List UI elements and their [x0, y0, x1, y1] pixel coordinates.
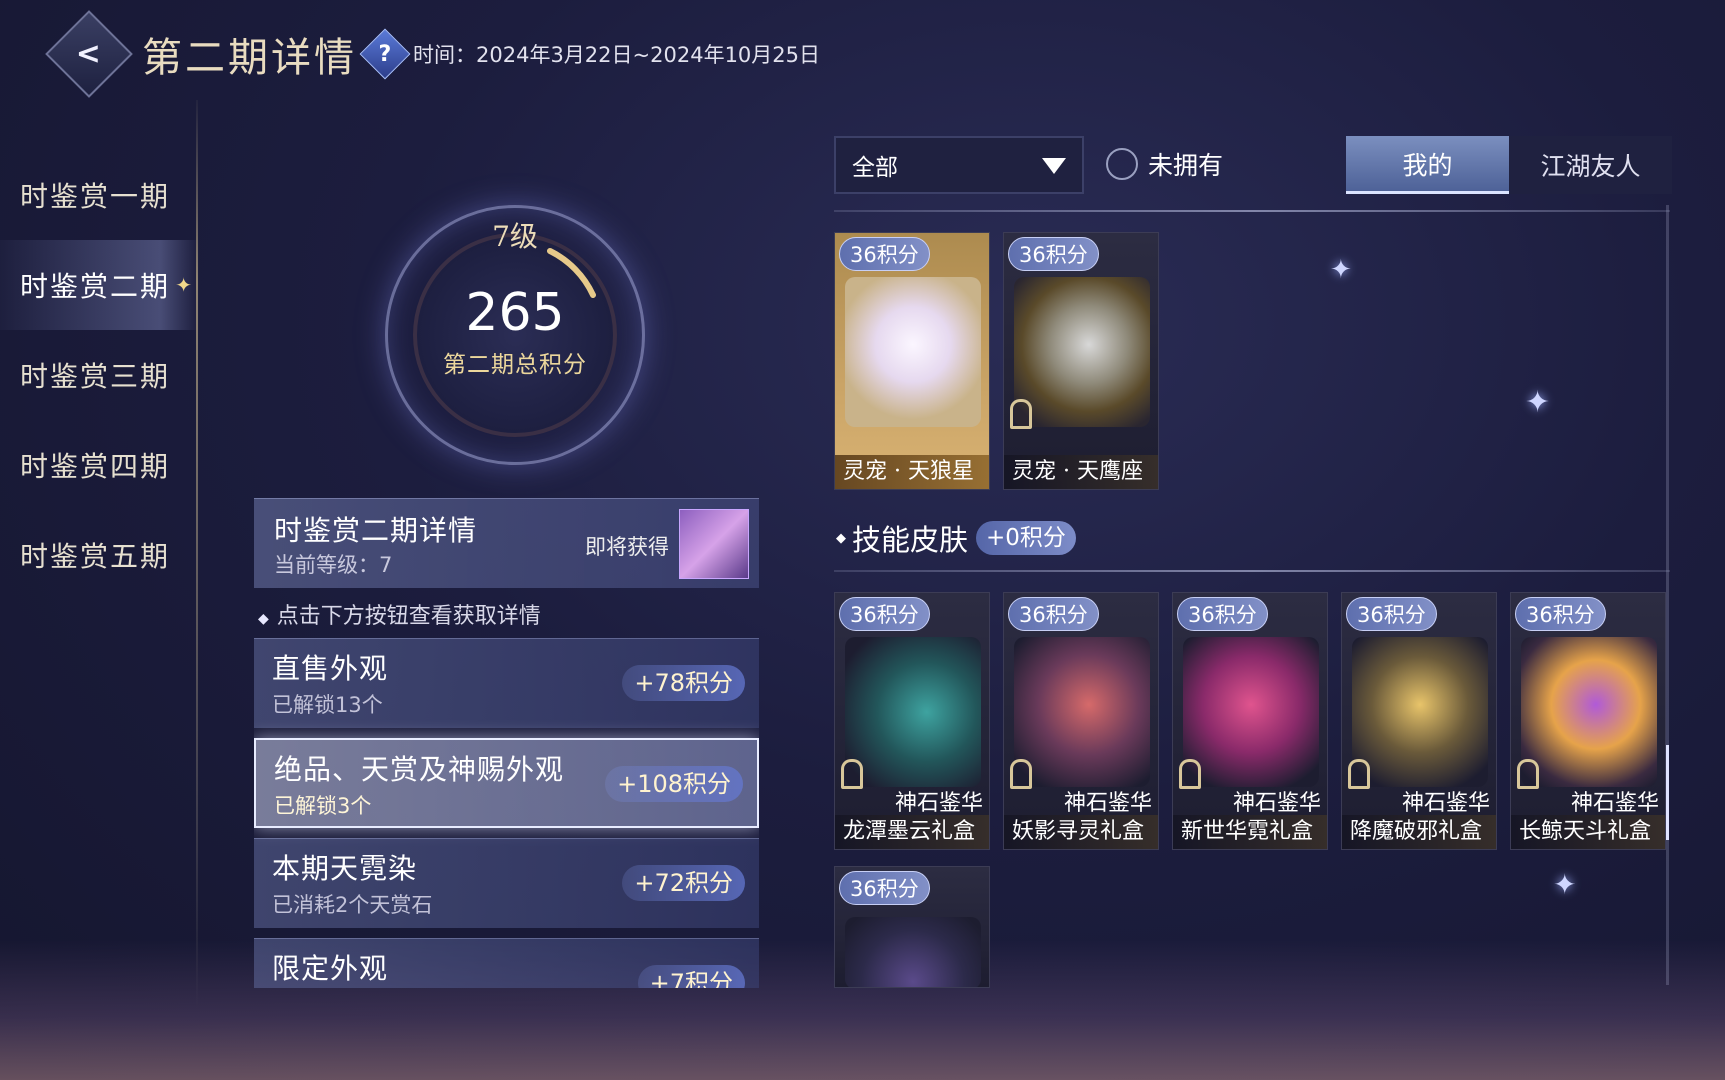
- tab-friends[interactable]: 江湖友人: [1509, 136, 1672, 194]
- lock-icon: [1010, 399, 1032, 429]
- sidebar-item-period-3[interactable]: 时鉴赏三期: [0, 330, 200, 420]
- lock-icon: [1010, 759, 1032, 789]
- item-name: 灵宠 · 天狼星: [835, 455, 989, 489]
- points-badge: +0积分: [976, 521, 1076, 555]
- period-detail-card[interactable]: 时鉴赏二期详情 当前等级：7 即将获得: [254, 498, 759, 588]
- points-badge: 36积分: [839, 597, 930, 631]
- total-score-label: 第二期总积分: [443, 352, 587, 378]
- item-card[interactable]: 36积分 神石鉴华 龙潭墨云礼盒: [834, 592, 990, 850]
- category-limited[interactable]: 限定外观 +7积分: [254, 938, 759, 988]
- filter-dropdown[interactable]: 全部: [834, 136, 1084, 194]
- level-label: 7级: [492, 220, 538, 253]
- item-name: 降魔破邪礼盒: [1342, 815, 1496, 849]
- active-marker-icon: ✦: [175, 273, 194, 297]
- item-card[interactable]: 36积分 神石鉴华 新世华霓礼盒: [1172, 592, 1328, 850]
- back-arrow-icon: <: [76, 36, 102, 72]
- divider: [834, 210, 1670, 212]
- item-name: 新世华霓礼盒: [1173, 815, 1327, 849]
- scrollbar-track[interactable]: [1666, 205, 1669, 985]
- item-card[interactable]: 36积分 神石鉴华 降魔破邪礼盒: [1341, 592, 1497, 850]
- level-ring: 7级 265 第二期总积分: [385, 205, 645, 465]
- lock-icon: [1517, 759, 1539, 789]
- question-icon[interactable]: ?: [359, 28, 411, 80]
- lock-icon: [1348, 759, 1370, 789]
- star-sparkle: ✦: [1525, 385, 1551, 420]
- star-sparkle: ✦: [1553, 868, 1577, 901]
- total-score: 265: [465, 283, 565, 343]
- sidebar-divider: [196, 100, 198, 1010]
- item-sub: 神石鉴华: [1401, 791, 1490, 816]
- reward-preview-image[interactable]: [679, 509, 749, 579]
- sidebar-item-period-4[interactable]: 时鉴赏四期: [0, 420, 200, 510]
- pet-image-eagle: [1014, 277, 1150, 427]
- item-name: 灵宠 · 天鹰座: [1004, 455, 1158, 489]
- page-title: 第二期详情: [142, 35, 357, 81]
- radio-button[interactable]: [1106, 148, 1138, 180]
- star-sparkle: ✦: [1330, 255, 1352, 285]
- back-button[interactable]: <: [45, 10, 133, 98]
- item-sub: 神石鉴华: [894, 791, 983, 816]
- item-card[interactable]: 36积分 灵宠 · 天狼星: [834, 232, 990, 490]
- item-sub: 神石鉴华: [1063, 791, 1152, 816]
- points-badge: +7积分: [637, 965, 745, 988]
- category-dye[interactable]: 本期天霓染 已消耗2个天赏石 +72积分: [254, 838, 759, 928]
- soon-label: 即将获得: [585, 535, 669, 559]
- dropdown-arrow-icon: [1042, 158, 1066, 174]
- unowned-filter[interactable]: 未拥有: [1106, 146, 1223, 182]
- item-name: 龙潭墨云礼盒: [835, 815, 989, 849]
- skin-image: [845, 917, 981, 987]
- sidebar-item-period-5[interactable]: 时鉴赏五期: [0, 510, 200, 600]
- tab-mine[interactable]: 我的: [1346, 136, 1509, 194]
- points-badge: +108积分: [605, 766, 743, 802]
- detail-title: 时鉴赏二期详情: [274, 514, 478, 547]
- skin-image: [1183, 637, 1319, 787]
- sidebar-item-period-2[interactable]: 时鉴赏二期 ✦: [0, 240, 200, 330]
- skin-image: [1352, 637, 1488, 787]
- period-sidebar: 时鉴赏一期 时鉴赏二期 ✦ 时鉴赏三期 时鉴赏四期 时鉴赏五期: [0, 150, 200, 600]
- lock-icon: [1179, 759, 1201, 789]
- category-premium[interactable]: 绝品、天赏及神赐外观 已解锁3个 +108积分: [254, 738, 759, 828]
- skin-image: [1521, 637, 1657, 787]
- item-card[interactable]: 36积分 灵宠 · 天鹰座: [1003, 232, 1159, 490]
- points-badge: 36积分: [839, 237, 930, 271]
- current-level: 当前等级：7: [274, 553, 393, 577]
- pet-image-wolf: [845, 277, 981, 427]
- item-card[interactable]: 36积分: [834, 866, 990, 988]
- points-badge: 36积分: [1515, 597, 1606, 631]
- lock-icon: [841, 759, 863, 789]
- item-name: 长鲸天斗礼盒: [1511, 815, 1665, 849]
- skin-image: [845, 637, 981, 787]
- category-direct-sale[interactable]: 直售外观 已解锁13个 +78积分: [254, 638, 759, 728]
- points-badge: 36积分: [1177, 597, 1268, 631]
- item-card[interactable]: 36积分 神石鉴华 长鲸天斗礼盒: [1510, 592, 1666, 850]
- sidebar-item-period-1[interactable]: 时鉴赏一期: [0, 150, 200, 240]
- item-sub: 神石鉴华: [1570, 791, 1659, 816]
- hint-text: 点击下方按钮查看获取详情: [258, 598, 541, 630]
- points-badge: 36积分: [839, 871, 930, 905]
- divider: [834, 570, 1670, 572]
- points-badge: +78积分: [622, 665, 745, 701]
- points-badge: +72积分: [622, 865, 745, 901]
- section-title-skins: 技能皮肤 +0积分: [836, 517, 1076, 559]
- scrollbar-thumb[interactable]: [1666, 745, 1669, 840]
- category-list: 直售外观 已解锁13个 +78积分 绝品、天赏及神赐外观 已解锁3个 +108积…: [254, 638, 759, 988]
- item-card[interactable]: 36积分 神石鉴华 妖影寻灵礼盒: [1003, 592, 1159, 850]
- points-badge: 36积分: [1346, 597, 1437, 631]
- points-badge: 36积分: [1008, 237, 1099, 271]
- item-name: 妖影寻灵礼盒: [1004, 815, 1158, 849]
- header: < 第二期详情 ? 时间：2024年3月22日~2024年10月25日: [45, 10, 821, 98]
- time-range: 时间：2024年3月22日~2024年10月25日: [413, 43, 821, 67]
- owner-tabs: 我的 江湖友人: [1346, 136, 1672, 194]
- item-sub: 神石鉴华: [1232, 791, 1321, 816]
- skin-image: [1014, 637, 1150, 787]
- points-badge: 36积分: [1008, 597, 1099, 631]
